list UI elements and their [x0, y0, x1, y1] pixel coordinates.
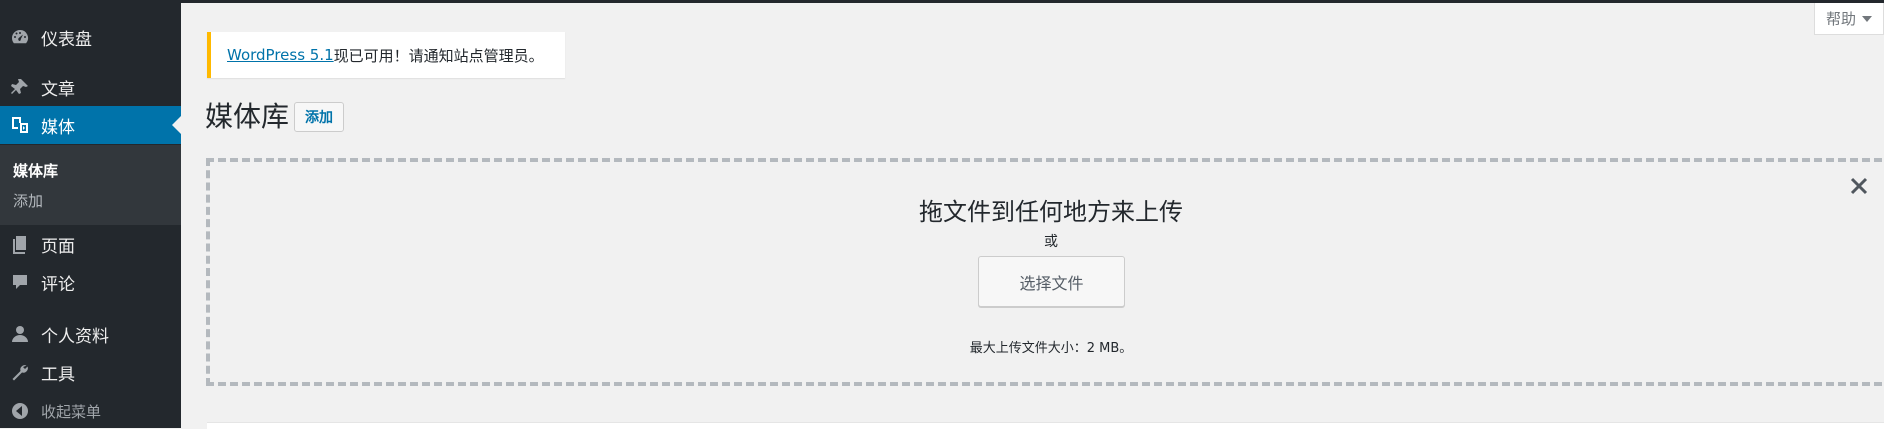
- update-notice: WordPress 5.1 现已可用！请通知站点管理员。: [207, 32, 565, 78]
- help-tab-button[interactable]: 帮助: [1814, 3, 1884, 35]
- caret-down-icon: [1862, 15, 1872, 22]
- wrench-icon: [9, 361, 31, 383]
- sidebar-item-label: 仪表盘: [41, 29, 92, 50]
- submenu-item-library[interactable]: 媒体库: [13, 160, 58, 181]
- sidebar-item-comments[interactable]: 评论: [0, 265, 181, 299]
- max-upload-size: 最大上传文件大小：2 MB。: [969, 341, 1133, 356]
- collapse-menu-label: 收起菜单: [41, 402, 102, 421]
- collapse-icon: [9, 400, 31, 422]
- update-notice-link[interactable]: WordPress 5.1: [227, 46, 334, 64]
- update-notice-text: 现已可用！请通知站点管理员。: [333, 46, 544, 65]
- collapse-menu-button[interactable]: 收起菜单: [0, 394, 181, 428]
- comment-icon: [9, 271, 31, 293]
- or-separator: 或: [1044, 234, 1058, 250]
- sidebar-item-media[interactable]: 媒体: [0, 106, 181, 144]
- sidebar-item-label: 工具: [41, 364, 75, 385]
- sidebar-item-label: 媒体: [41, 117, 75, 138]
- add-new-button[interactable]: 添加: [294, 102, 344, 132]
- help-tab-label: 帮助: [1825, 10, 1856, 28]
- page-title: 媒体库: [205, 100, 290, 133]
- select-files-button[interactable]: 选择文件: [978, 256, 1125, 307]
- sidebar-item-label: 文章: [41, 79, 75, 100]
- sidebar-item-dashboard[interactable]: 仪表盘: [0, 20, 181, 54]
- dashboard-icon: [9, 26, 31, 48]
- sidebar-item-label: 评论: [41, 274, 75, 295]
- active-indicator: [172, 116, 181, 134]
- drop-instructions: 拖文件到任何地方来上传: [919, 198, 1183, 226]
- sidebar-item-tools[interactable]: 工具: [0, 355, 181, 389]
- admin-bar-edge: [0, 0, 1884, 3]
- media-icon: [9, 114, 31, 136]
- sidebar-item-posts[interactable]: 文章: [0, 70, 181, 104]
- pin-icon: [9, 76, 31, 98]
